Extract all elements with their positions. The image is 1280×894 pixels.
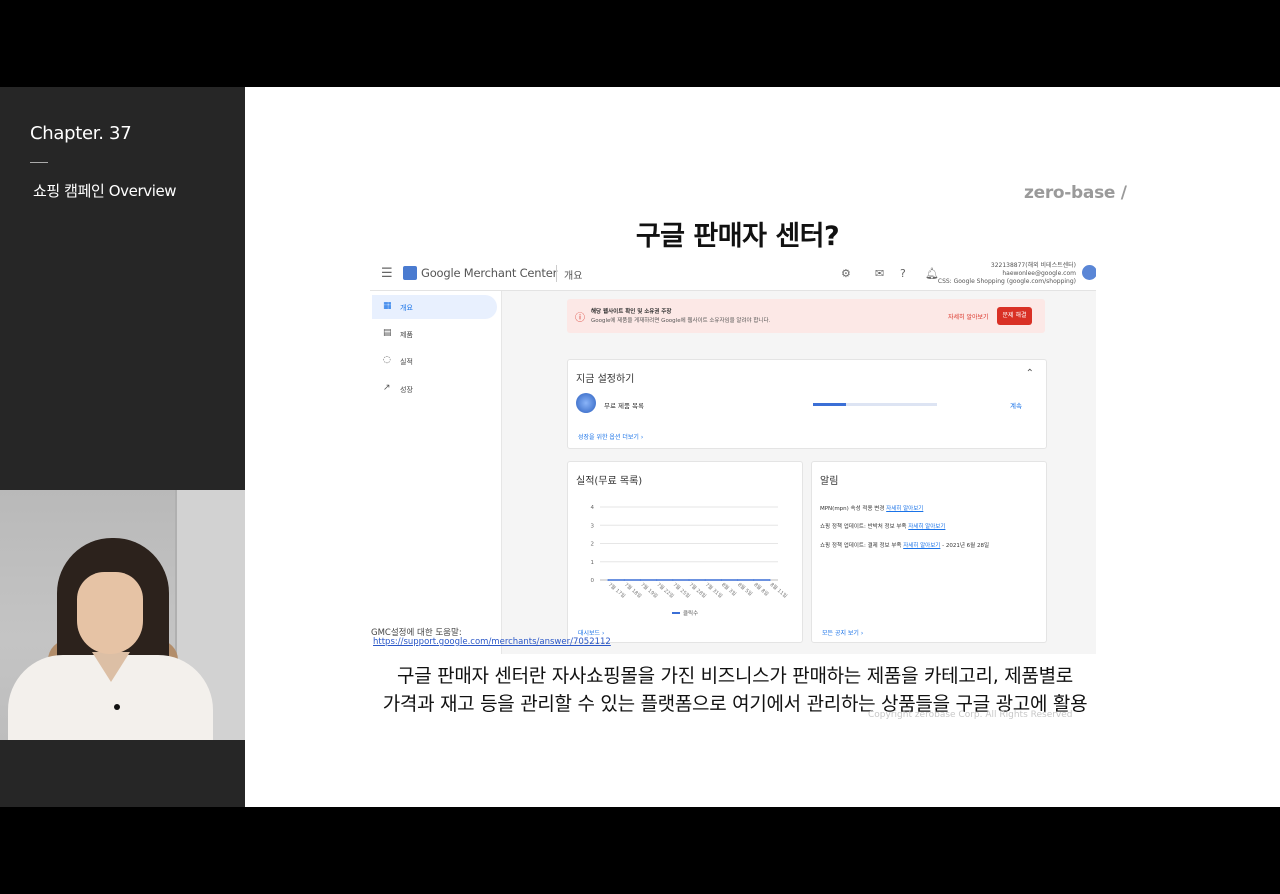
data-point [672, 579, 674, 581]
nav-item-label: 실적 [400, 358, 413, 366]
help-icon[interactable]: ? [900, 267, 906, 280]
settings-gear-icon[interactable]: ⚙ [841, 267, 851, 280]
data-point [720, 579, 723, 581]
notification-item: MPN(mpn) 속성 적용 변경 자세히 알아보기 [820, 504, 923, 512]
chapter-divider [30, 162, 48, 163]
setup-title: 지금 설정하기 [576, 374, 635, 385]
free-listings-icon [576, 393, 596, 413]
avatar[interactable] [1082, 265, 1096, 280]
caption-line: 구글 판매자 센터란 자사쇼핑몰을 가진 비즈니스가 판매하는 제품을 카테고리… [397, 665, 1073, 687]
zerobase-logo: zero-base / [1024, 183, 1127, 203]
data-point [623, 579, 626, 581]
nav-item-label: 개요 [400, 304, 413, 312]
data-point [752, 579, 755, 581]
account-email: haewonlee@google.com [1002, 270, 1076, 277]
course-title: 쇼핑 캠페인 Overview [33, 182, 177, 200]
notification-text: MPN(mpn) 속성 적용 변경 [820, 506, 885, 512]
mail-icon[interactable]: ✉ [875, 267, 884, 280]
data-point [655, 579, 658, 581]
nav-item-products[interactable]: ▤ 제품 [372, 322, 497, 346]
notification-link[interactable]: 자세히 알아보기 [903, 543, 940, 549]
notification-date: - 2021년 6월 28일 [942, 543, 990, 549]
nav-item-growth[interactable]: ↗ 성장 [372, 377, 497, 401]
alert-text: Google에 제품을 게재하려면 Google에 웹사이트 소유자임을 알려야… [591, 318, 771, 324]
x-tick-label: 8월 11일 [769, 581, 789, 600]
website-claim-alert: ⓘ 해당 웹사이트 확인 및 소유권 주장 Google에 제품을 게재하려면 … [567, 299, 1045, 333]
nav-item-overview[interactable]: ▦ 개요 [372, 295, 497, 319]
account-id: 322138877(해외 비테스트센터) [990, 262, 1076, 269]
y-tick-label: 1 [591, 560, 595, 566]
header-divider [556, 265, 557, 282]
notification-link[interactable]: 자세히 알아보기 [886, 506, 923, 512]
chapter-label: Chapter. 37 [30, 123, 132, 144]
products-icon: ▤ [383, 328, 392, 338]
course-sidebar [0, 87, 245, 490]
alert-learn-more-link[interactable]: 자세히 알아보기 [948, 312, 989, 321]
notifications-card: 알림 MPN(mpn) 속성 적용 변경 자세히 알아보기 쇼핑 정책 업데이트… [811, 461, 1047, 643]
presenter-face [77, 572, 143, 654]
performance-card: 실적(무료 목록) 0 1 2 3 4 7월 17일 7월 18일 7월 19일 7월 22일 7… [567, 461, 803, 643]
copyright: Copyright zerobase Corp. All Rights Rese… [868, 710, 1073, 720]
growth-icon: ↗ [383, 383, 391, 393]
notification-item: 쇼핑 정책 업데이트: 반박처 정보 부족 자세히 알아보기 [820, 522, 945, 530]
data-point [639, 579, 642, 581]
notifications-bell-icon[interactable]: 🔔︎ [925, 267, 939, 280]
setup-progress-fill [813, 403, 847, 406]
x-tick-label: 8월 8일 [752, 581, 770, 598]
notification-link[interactable]: 자세히 알아보기 [908, 524, 945, 530]
slide-title: 구글 판매자 센터? [635, 221, 840, 252]
merchant-center-screenshot: ☰ Google Merchant Center 개요 ⚙ ✉ ? 🔔︎ 322… [370, 258, 1096, 654]
setup-progress-bar [813, 403, 937, 406]
presenter-webcam [0, 490, 245, 740]
setup-item-label: 무료 제품 목록 [604, 402, 645, 410]
alert-title: 해당 웹사이트 확인 및 소유권 주장 [591, 309, 672, 315]
data-point [736, 579, 739, 581]
y-tick-label: 0 [591, 578, 595, 584]
dashboard-link[interactable]: 대시보드 › [578, 628, 604, 637]
nav-item-label: 성장 [400, 386, 413, 394]
overview-icon: ▦ [383, 301, 392, 311]
performance-title: 실적(무료 목록) [576, 476, 643, 487]
merchant-center-logo-icon [403, 266, 417, 280]
nav-item-performance[interactable]: ◌ 실적 [372, 349, 497, 373]
x-tick-label: 8월 5일 [736, 581, 754, 598]
setup-card: 지금 설정하기 ⌃ 무료 제품 목록 계속 성장을 위한 옵션 더보기 › [567, 359, 1047, 449]
account-info[interactable]: 322138877(해외 비테스트센터) haewonlee@google.co… [938, 262, 1076, 286]
data-point [607, 579, 609, 581]
all-notices-link[interactable]: 모든 공지 보기 › [822, 628, 863, 637]
help-url-link[interactable]: https://support.google.com/merchants/ans… [373, 637, 611, 647]
y-tick-label: 3 [591, 523, 595, 529]
lavalier-mic [114, 704, 120, 710]
notification-text: 쇼핑 정책 업데이트: 결제 정보 부족 [820, 543, 902, 549]
gmc-page-title: 개요 [564, 271, 583, 282]
data-point [688, 579, 690, 581]
hamburger-menu-icon[interactable]: ☰ [381, 266, 393, 281]
notifications-title: 알림 [820, 476, 839, 487]
error-icon: ⓘ [575, 313, 585, 324]
course-sidebar-bottom [0, 740, 245, 807]
gmc-header: ☰ Google Merchant Center 개요 ⚙ ✉ ? 🔔︎ 322… [370, 258, 1096, 291]
y-tick-label: 4 [591, 505, 595, 511]
notification-text: 쇼핑 정책 업데이트: 반박처 정보 부족 [820, 524, 907, 530]
data-point [704, 579, 706, 581]
performance-chart: 012347월 17일7월 18일7월 19일7월 22일7월 25일7월 28… [591, 505, 790, 617]
setup-continue-link[interactable]: 계속 [1010, 400, 1022, 410]
account-css: CSS: Google Shopping (google.com/shoppin… [937, 278, 1076, 285]
data-point [769, 579, 771, 581]
notification-item: 쇼핑 정책 업데이트: 결제 정보 부족 자세히 알아보기 - 2021년 6월… [820, 541, 989, 549]
y-tick-label: 2 [591, 542, 595, 548]
gmc-brand: Google Merchant Center [421, 266, 558, 280]
chevron-up-icon[interactable]: ⌃ [1026, 368, 1034, 379]
alert-fix-button[interactable]: 문제 해결 [997, 307, 1032, 325]
nav-item-label: 제품 [400, 331, 413, 339]
setup-more-options-link[interactable]: 성장을 위한 옵션 더보기 › [578, 432, 643, 441]
legend-label: 클릭수 [683, 609, 698, 617]
performance-icon: ◌ [383, 355, 391, 365]
gmc-sidebar: ▦ 개요 ▤ 제품 ◌ 실적 ↗ 성장 [370, 291, 502, 654]
